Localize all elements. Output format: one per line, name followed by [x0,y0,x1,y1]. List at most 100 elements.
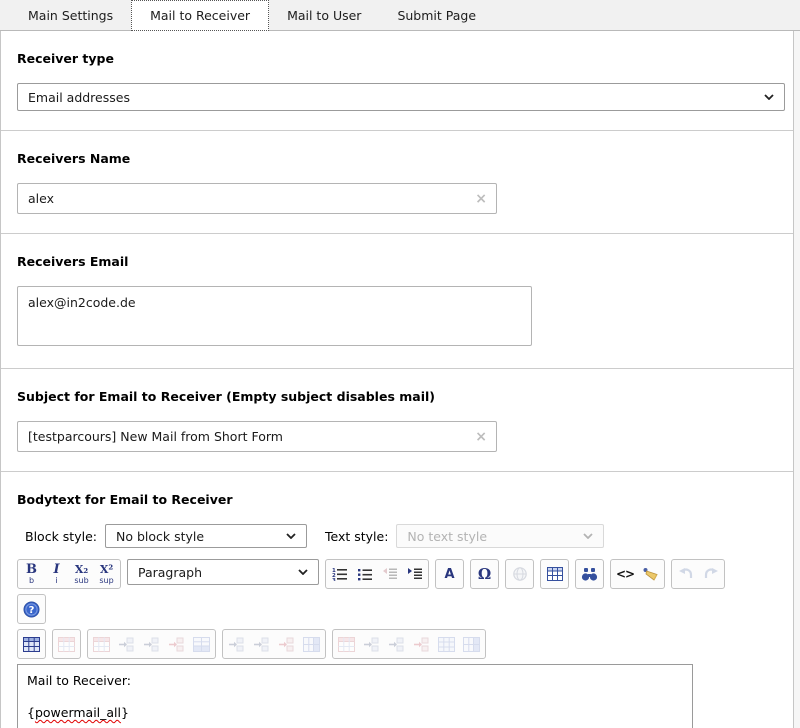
undo-icon [678,567,694,581]
receivers-email-label: Receivers Email [17,254,777,269]
outdent-button[interactable] [377,561,402,587]
cell-insert-after-button[interactable] [384,631,409,657]
broom-icon [642,567,659,582]
undo-button[interactable] [673,561,698,587]
text-color-button[interactable]: A [437,561,462,587]
section-receiver-type: Receiver type Email addresses [1,31,793,131]
redo-icon [703,567,719,581]
chevron-down-icon [298,569,308,575]
column-delete-button[interactable] [274,631,299,657]
redo-button[interactable] [698,561,723,587]
insert-table-button[interactable] [542,561,567,587]
toggle-table-borders-button[interactable] [19,631,44,657]
tab-main-settings[interactable]: Main Settings [10,0,131,30]
row-insert-under-icon [143,637,160,652]
list-buttons-group: 1 2 3 [325,559,429,589]
text-color-group: A [435,559,464,589]
tab-bar: Main Settings Mail to Receiver Mail to U… [0,0,800,31]
spellcheck-underlined-token: powermail_all [35,705,121,720]
tab-mail-to-receiver[interactable]: Mail to Receiver [131,0,269,31]
cell-insert-before-icon [363,637,380,652]
table-toolbar-group [332,629,486,659]
rte-style-row: Block style: No block style Text style: … [25,524,777,548]
receivers-email-textarea[interactable]: alex@in2code.de [17,286,532,346]
cell-properties-button[interactable] [334,631,359,657]
cell-delete-icon [413,637,430,652]
cell-insert-before-button[interactable] [359,631,384,657]
receiver-type-select[interactable]: Email addresses [17,83,785,111]
bold-button[interactable]: B b [19,561,44,587]
row-split-button[interactable] [189,631,214,657]
rte-toolbar-row-1: B b I i X₂ sub X² sup Paragraph [17,559,777,589]
cell-split-icon [463,637,480,652]
superscript-icon: X² [100,564,113,576]
globe-icon [512,566,528,582]
table-toolbar-group [222,629,326,659]
chevron-down-icon [764,94,774,100]
cell-merge-button[interactable] [434,631,459,657]
tab-submit-page[interactable]: Submit Page [379,0,494,30]
row-insert-under-button[interactable] [139,631,164,657]
table-properties-button[interactable] [54,631,79,657]
row-properties-button[interactable] [89,631,114,657]
svg-text:?: ? [29,605,35,616]
tab-mail-to-user[interactable]: Mail to User [269,0,379,30]
row-properties-icon [93,637,110,652]
help-button[interactable]: ? [19,596,44,622]
section-receivers-name: Receivers Name × [1,131,793,234]
text-style-select: No text style [396,524,604,548]
italic-button[interactable]: I i [44,561,69,587]
rte-editor-area[interactable]: Mail to Receiver: {powermail_all} [17,664,693,728]
paragraph-format-selected-value: Paragraph [138,565,202,580]
special-character-button[interactable]: Ω [472,561,497,587]
clear-field-icon[interactable]: × [475,192,487,206]
column-insert-before-icon [228,637,245,652]
insert-table-group [540,559,569,589]
subscript-button[interactable]: X₂ sub [69,561,94,587]
tab-content-panel: Receiver type Email addresses Receivers … [0,31,794,728]
receivers-name-input[interactable] [17,183,497,214]
superscript-button[interactable]: X² sup [94,561,119,587]
table-properties-icon [58,637,75,652]
source-code-icon: <> [616,568,634,580]
toggle-table-borders-icon [23,637,40,652]
paragraph-format-select[interactable]: Paragraph [127,559,319,585]
view-source-button[interactable]: <> [612,561,638,587]
cell-insert-after-icon [388,637,405,652]
column-split-button[interactable] [299,631,324,657]
table-toolbar-group [87,629,216,659]
block-style-selected-value: No block style [116,529,204,544]
bodytext-label: Bodytext for Email to Receiver [17,492,777,507]
subject-input[interactable] [17,421,497,452]
rte-table-toolbar-row [17,629,777,659]
unordered-list-button[interactable] [352,561,377,587]
clear-field-icon[interactable]: × [475,430,487,444]
unordered-list-icon [357,567,373,581]
block-style-select[interactable]: No block style [105,524,307,548]
outdent-icon [382,567,398,581]
column-insert-after-button[interactable] [249,631,274,657]
column-insert-after-icon [253,637,270,652]
indent-icon [407,567,423,581]
clean-word-button[interactable] [638,561,663,587]
row-delete-button[interactable] [164,631,189,657]
cell-merge-icon [438,637,455,652]
insert-link-button[interactable] [507,561,532,587]
format-buttons-group: B b I i X₂ sub X² sup [17,559,121,589]
cell-delete-button[interactable] [409,631,434,657]
column-insert-before-button[interactable] [224,631,249,657]
find-replace-button[interactable] [577,561,602,587]
row-split-icon [193,637,210,652]
column-delete-icon [278,637,295,652]
bold-icon: B [26,564,37,576]
special-character-icon: Ω [478,567,491,582]
section-bodytext: Bodytext for Email to Receiver Block sty… [1,472,793,728]
ordered-list-button[interactable]: 1 2 3 [327,561,352,587]
binoculars-icon [581,567,598,582]
section-receivers-email: Receivers Email alex@in2code.de [1,234,793,369]
editor-line: Mail to Receiver: [27,672,683,690]
block-style-label: Block style: [25,529,97,544]
indent-button[interactable] [402,561,427,587]
cell-split-button[interactable] [459,631,484,657]
row-insert-above-button[interactable] [114,631,139,657]
